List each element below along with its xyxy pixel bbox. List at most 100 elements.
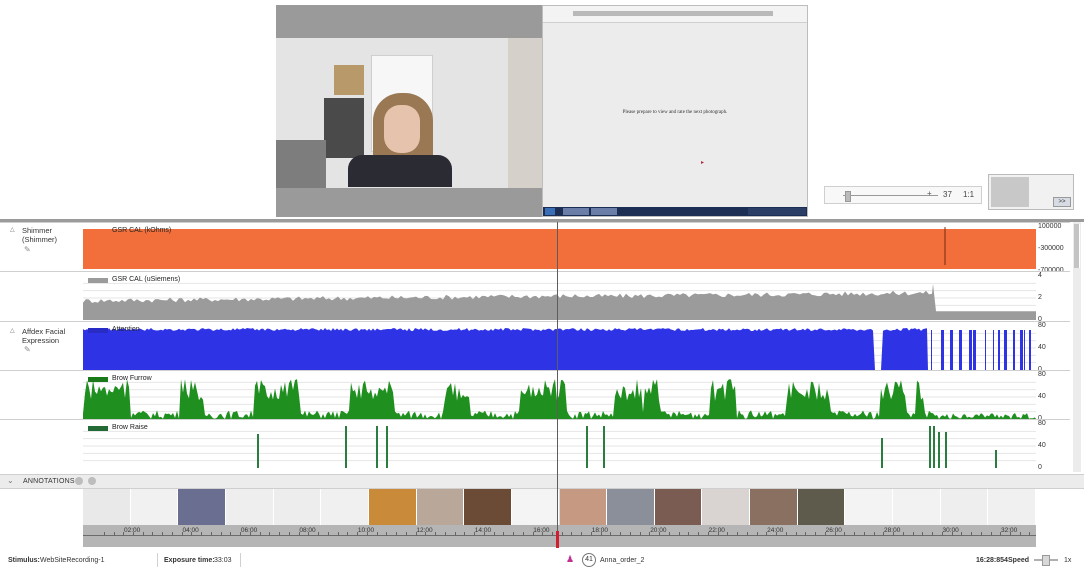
scrubber-handle[interactable]	[845, 191, 851, 202]
chevron-down-icon[interactable]: ⌄	[7, 476, 14, 485]
timeline-minor-tick	[1000, 532, 1002, 536]
video-thumbnail[interactable]	[416, 489, 465, 525]
timeline-minor-tick	[737, 532, 739, 536]
status-bar: Stimulus: WebSiteRecording-1 Exposure ti…	[0, 549, 1084, 571]
timeline-minor-tick	[971, 532, 973, 536]
signal-panel[interactable]: Brow Raise 80 40 0	[0, 419, 1070, 471]
signal-plot[interactable]	[83, 326, 1036, 370]
axis-tick-label: 0	[1038, 464, 1042, 471]
signal-bar	[969, 330, 972, 370]
video-thumbnail[interactable]	[83, 489, 131, 525]
video-thumbnail[interactable]	[654, 489, 703, 525]
signal-bar	[1024, 330, 1025, 370]
video-thumbnail[interactable]	[988, 489, 1036, 525]
video-thumbnail[interactable]	[559, 489, 608, 525]
signal-panel[interactable]: Brow Furrow 80 40 0	[0, 370, 1070, 422]
playhead-marker[interactable]	[556, 531, 559, 548]
timeline-minor-tick	[542, 532, 544, 536]
signal-bar	[386, 426, 388, 468]
timeline-minor-tick	[415, 532, 417, 536]
legend-label: Brow Furrow	[112, 375, 152, 382]
video-thumbnail[interactable]	[797, 489, 846, 525]
timeline-minor-tick	[873, 532, 875, 536]
annotations-label: ANNOTATIONS	[23, 478, 75, 485]
timeline[interactable]: 02:00 04:00 06:00 08:00 10:00 12:00 14:00 16:00…	[83, 525, 1036, 547]
timeline-minor-tick	[318, 532, 320, 536]
vertical-scrollbar[interactable]	[1073, 222, 1081, 472]
video-thumbnail[interactable]	[702, 489, 751, 525]
axis-tick-label: 40	[1038, 344, 1046, 351]
timeline-minor-tick	[659, 532, 661, 536]
timeline-minor-tick	[123, 532, 125, 536]
video-thumbnail[interactable]	[273, 489, 322, 525]
axis-tick-label: 40	[1038, 393, 1046, 400]
signal-area	[83, 328, 928, 370]
preview-thumbnail[interactable]: >>	[988, 174, 1074, 210]
signal-bar	[931, 330, 932, 370]
signal-panel[interactable]: Attention 80 40 0	[0, 321, 1070, 373]
video-thumbnail[interactable]	[130, 489, 179, 525]
timeline-minor-tick	[181, 532, 183, 536]
signal-plot[interactable]	[83, 375, 1036, 419]
signal-panel[interactable]: GSR CAL (kOhms) 100000 -300000 -700000	[0, 222, 1070, 274]
timeline-minor-tick	[561, 532, 563, 536]
speed-slider-handle[interactable]	[1042, 555, 1050, 566]
scrubber-track[interactable]	[843, 195, 938, 196]
annotation-settings-icon[interactable]	[88, 477, 96, 485]
video-thumbnail[interactable]	[321, 489, 369, 525]
timeline-minor-tick	[990, 532, 992, 536]
signal-plot[interactable]	[83, 424, 1036, 468]
respondent-number: 41	[582, 553, 596, 567]
timeline-minor-tick	[590, 532, 592, 536]
timeline-minor-tick	[142, 532, 144, 536]
speed-label: Speed	[1008, 557, 1030, 564]
timeline-minor-tick	[902, 532, 904, 536]
video-thumbnail[interactable]	[225, 489, 274, 525]
aspect-ratio[interactable]: 1:1	[963, 190, 974, 199]
signal-panels: GSR CAL (kOhms) 100000 -300000 -700000 GSR C…	[0, 222, 1070, 472]
timeline-minor-tick	[1029, 532, 1031, 536]
timeline-minor-tick	[288, 532, 290, 536]
timeline-minor-tick	[863, 532, 865, 536]
timeline-minor-tick	[259, 532, 261, 536]
signal-panel[interactable]: GSR CAL (uSiemens) 4 2 0	[0, 271, 1070, 323]
taskbar	[543, 207, 807, 216]
signal-plot[interactable]	[83, 276, 1036, 320]
add-annotation-icon[interactable]	[75, 477, 83, 485]
thumbnail-strip[interactable]	[83, 489, 1036, 525]
timeline-minor-tick	[201, 532, 203, 536]
signal-plot[interactable]	[83, 227, 1036, 271]
media-scrubber[interactable]: + 37 1:1	[824, 186, 982, 204]
timeline-minor-tick	[230, 532, 232, 536]
video-thumbnail[interactable]	[368, 489, 417, 525]
legend-label: GSR CAL (kOhms)	[112, 227, 172, 234]
timeline-minor-tick	[581, 532, 583, 536]
timeline-minor-tick	[678, 532, 680, 536]
timeline-minor-tick	[113, 532, 115, 536]
video-thumbnail[interactable]	[750, 489, 798, 525]
legend-label: GSR CAL (uSiemens)	[112, 276, 181, 283]
respondent-name[interactable]: Anna_order_2	[600, 557, 644, 564]
signal-bar	[1029, 330, 1031, 370]
video-thumbnail[interactable]	[940, 489, 989, 525]
video-thumbnail[interactable]	[893, 489, 941, 525]
expand-button[interactable]: >>	[1053, 197, 1071, 207]
timeline-minor-tick	[162, 532, 164, 536]
cursor-icon: ▸	[701, 160, 705, 166]
frame-value: 37	[943, 190, 952, 199]
video-thumbnail[interactable]	[178, 489, 226, 525]
video-thumbnail[interactable]	[607, 489, 655, 525]
video-thumbnail[interactable]	[845, 489, 894, 525]
current-time: 16:28:854	[976, 557, 1008, 564]
stimulus-label: Stimulus:	[8, 557, 40, 564]
video-thumbnail[interactable]	[464, 489, 512, 525]
signal-bar	[945, 432, 947, 468]
stimulus-value[interactable]: WebSiteRecording-1	[40, 557, 104, 564]
timeline-minor-tick	[951, 532, 953, 536]
scrollbar-thumb[interactable]	[1074, 224, 1080, 268]
timeline-minor-tick	[171, 532, 173, 536]
video-thumbnail[interactable]	[511, 489, 560, 525]
timeline-minor-tick	[698, 532, 700, 536]
plus-icon[interactable]: +	[927, 189, 932, 198]
annotations-bar[interactable]: ⌄ ANNOTATIONS	[0, 474, 1084, 489]
